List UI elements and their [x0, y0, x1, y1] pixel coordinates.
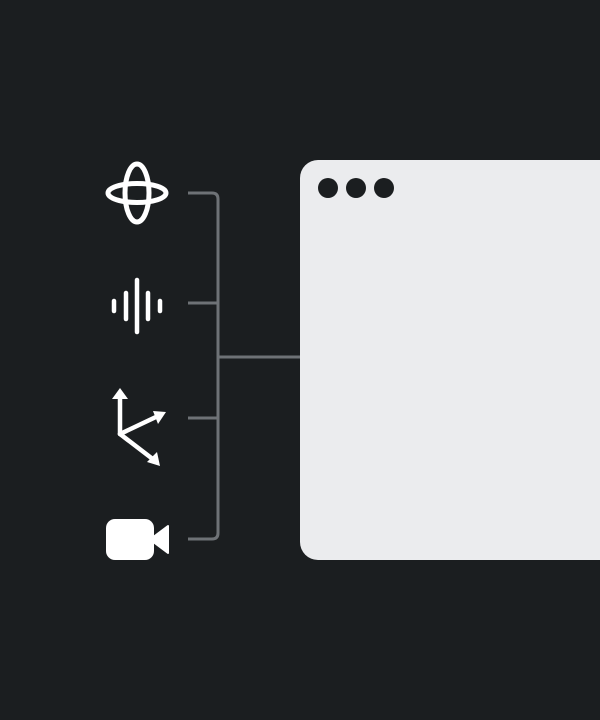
- window-dot-1: [318, 178, 338, 198]
- diagram-canvas: [0, 0, 600, 720]
- window-dot-2: [346, 178, 366, 198]
- window-dot-3: [374, 178, 394, 198]
- app-window: [300, 160, 600, 560]
- stage-clip: [0, 0, 600, 720]
